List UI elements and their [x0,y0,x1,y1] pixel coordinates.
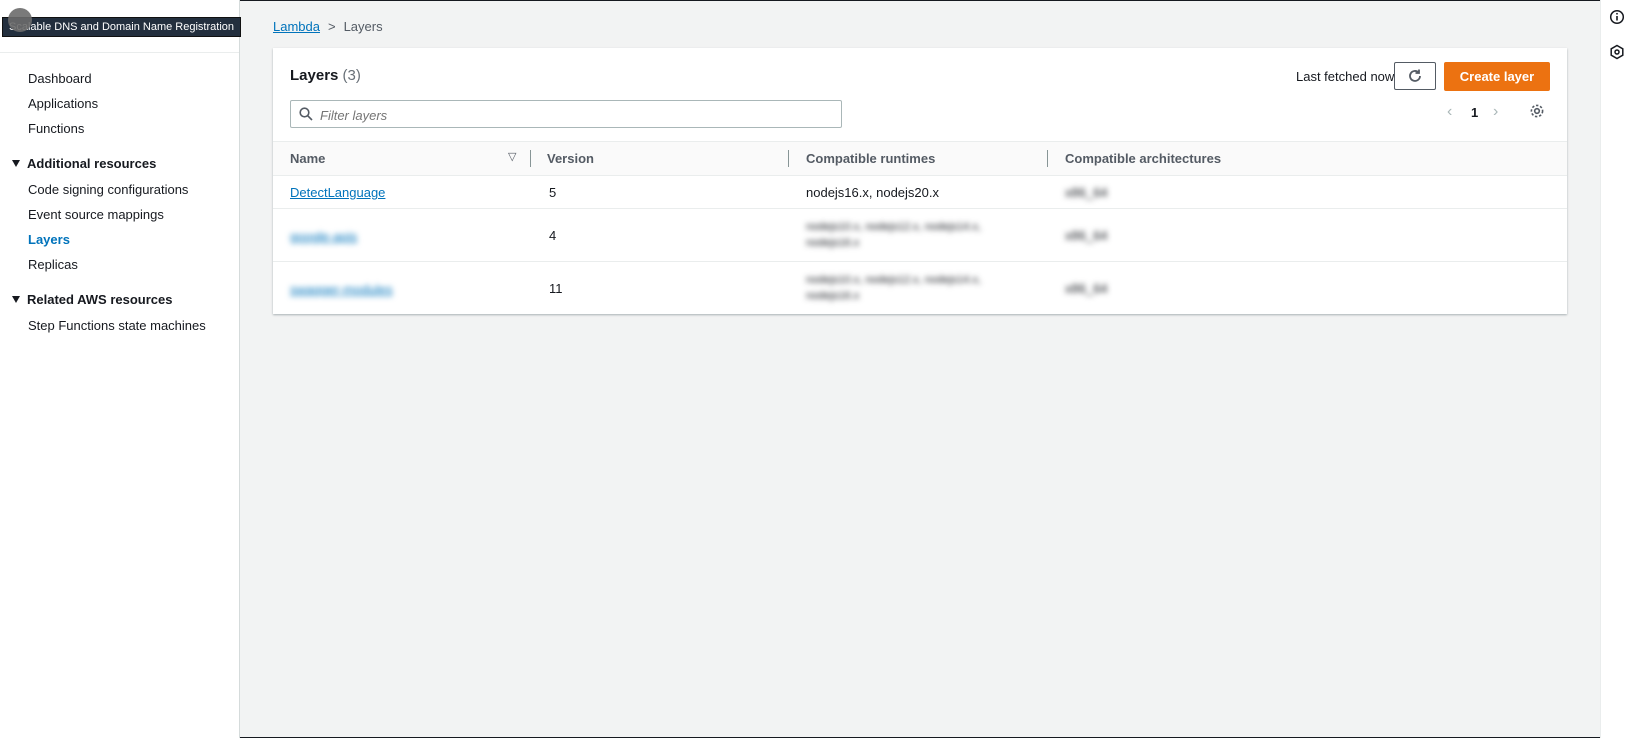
chevron-right-icon: > [327,19,336,34]
table-row: google-apis 4 nodejs10.x, nodejs12.x, no… [273,209,1567,262]
layers-table-container: Layers (3) Last fetched now Create layer… [273,48,1567,314]
filter-field[interactable] [290,100,842,128]
caret-down-icon [12,296,20,303]
side-navigation: Scalable DNS and Domain Name Registratio… [0,0,241,738]
layer-runtimes: nodejs10.x, nodejs12.x, nodejs14.x, node… [806,272,981,304]
section-title: Additional resources [27,156,157,171]
column-header-architectures[interactable]: Compatible architectures [1065,151,1221,166]
column-resizer[interactable] [530,150,531,167]
nav-divider [0,52,239,53]
column-resizer[interactable] [1047,150,1048,167]
runtimes-line: nodejs10.x, nodejs12.x, nodejs14.x, [806,274,981,286]
refresh-button[interactable] [1394,62,1436,90]
sort-down-icon[interactable]: ▽ [508,150,516,163]
sidebar-item-code-signing[interactable]: Code signing configurations [28,182,188,197]
sidebar-item-dashboard[interactable]: Dashboard [28,71,92,86]
layer-version: 11 [549,281,563,296]
search-icon [299,107,313,121]
mouse-cursor [8,8,32,32]
runtimes-line: nodejs16.x [806,237,860,249]
section-additional-resources[interactable]: Additional resources [12,156,156,171]
title-text: Layers [290,67,339,84]
sidebar-item-applications[interactable]: Applications [28,96,98,111]
table-row: swagger-modules 11 nodejs10.x, nodejs12.… [273,262,1567,314]
right-tools-rail [1600,0,1633,738]
runtimes-line: nodejs10.x, nodejs12.x, nodejs14.x, [806,221,981,233]
page-number[interactable]: 1 [1471,105,1478,120]
sidebar-item-event-source-mappings[interactable]: Event source mappings [28,207,164,222]
caret-down-icon [12,160,20,167]
breadcrumb: Lambda > Layers [273,19,383,34]
column-header-runtimes[interactable]: Compatible runtimes [806,151,935,166]
layer-architecture: x86_64 [1065,185,1108,200]
sidebar-item-layers[interactable]: Layers [28,232,70,247]
column-resizer[interactable] [788,150,789,167]
layer-architecture: x86_64 [1065,281,1108,296]
sidebar-item-replicas[interactable]: Replicas [28,257,78,272]
layer-runtimes: nodejs10.x, nodejs12.x, nodejs14.x, node… [806,219,981,251]
tooltip: Scalable DNS and Domain Name Registratio… [2,17,241,37]
section-title: Related AWS resources [27,292,173,307]
column-header-name[interactable]: Name [290,151,325,166]
layer-version: 4 [549,228,557,243]
sidebar-item-step-functions[interactable]: Step Functions state machines [28,318,206,333]
filter-layers-input[interactable] [318,104,822,126]
layer-runtimes: nodejs16.x, nodejs20.x [806,185,939,200]
column-header-version[interactable]: Version [547,151,594,166]
chevron-right-icon[interactable]: › [1493,104,1498,120]
table-row: DetectLanguage 5 nodejs16.x, nodejs20.x … [273,175,1567,209]
refresh-icon [1409,69,1421,82]
layer-name-link[interactable]: swagger-modules [290,282,393,297]
create-layer-button[interactable]: Create layer [1444,62,1550,91]
breadcrumb-lambda-link[interactable]: Lambda [273,19,320,34]
layer-architecture: x86_64 [1065,228,1108,243]
sidebar-item-functions[interactable]: Functions [28,121,84,136]
table-header: Name ▽ Version Compatible runtimes Compa… [273,141,1567,176]
page-title: Layers (3) [290,67,361,84]
runtimes-line: nodejs16.x [806,290,860,302]
gear-icon[interactable] [1529,103,1545,122]
layer-name-link[interactable]: DetectLanguage [290,185,385,200]
breadcrumb-current: Layers [343,19,383,34]
layer-count: (3) [342,67,361,84]
info-icon[interactable] [1609,9,1625,28]
section-related-aws-resources[interactable]: Related AWS resources [12,292,172,307]
last-fetched-text: Last fetched now [1296,69,1395,84]
layer-version: 5 [549,185,557,200]
layer-name-link[interactable]: google-apis [290,229,357,244]
chevron-left-icon[interactable]: ‹ [1447,104,1452,120]
help-panel-icon[interactable] [1609,44,1625,63]
